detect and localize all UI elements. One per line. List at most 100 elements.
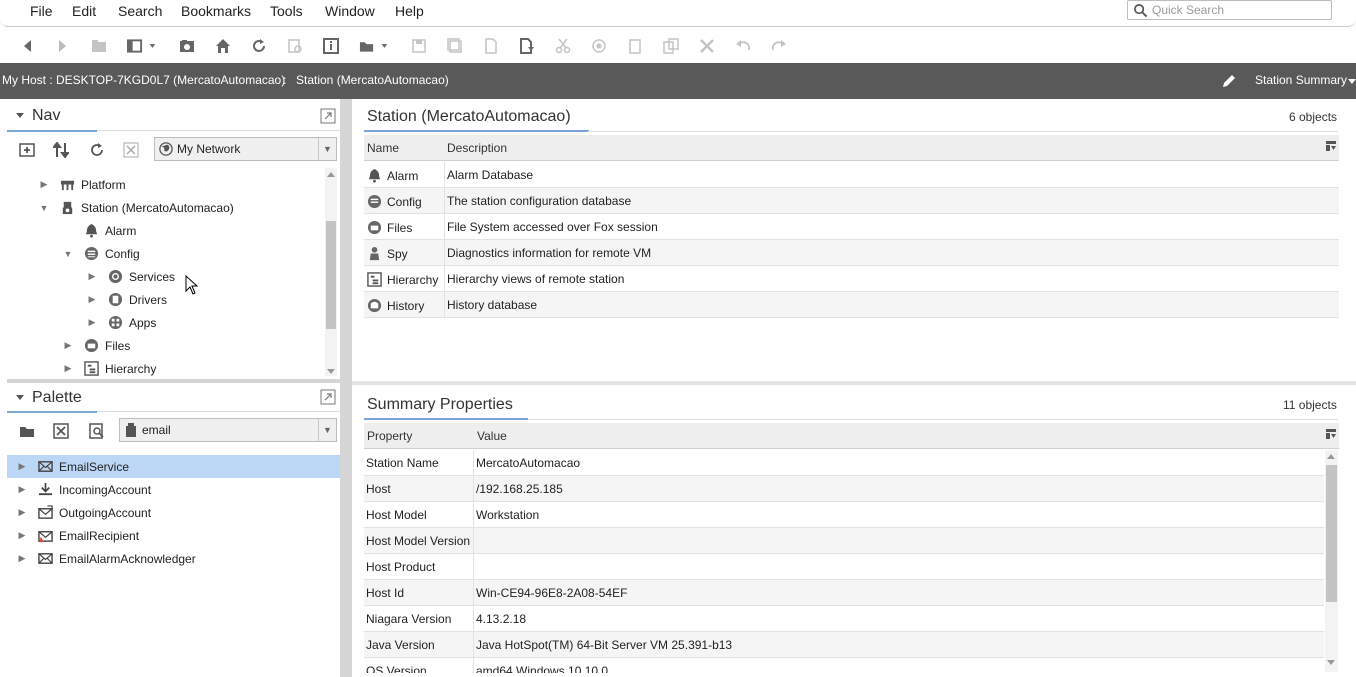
maximize-palette-icon[interactable]	[319, 388, 337, 406]
table-row[interactable]: Alarm Alarm Database	[364, 162, 1339, 188]
undo-icon[interactable]	[734, 37, 752, 55]
scroll-up-icon[interactable]	[327, 172, 335, 178]
back-icon[interactable]	[19, 37, 37, 55]
cut-icon[interactable]	[554, 37, 572, 55]
view-selector[interactable]: Station Summary	[1255, 73, 1347, 87]
table-row[interactable]: Host/192.168.25.185	[364, 476, 1324, 502]
pane-splitter[interactable]	[352, 381, 1356, 385]
menu-window[interactable]: Window	[321, 3, 379, 19]
expand-icon[interactable]: ▶	[17, 553, 27, 564]
palette-item-email-recipient[interactable]: ▶ EmailRecipient	[17, 524, 140, 547]
view-dropdown-icon[interactable]	[1348, 79, 1356, 85]
paste-icon[interactable]	[626, 37, 644, 55]
table-row[interactable]: Files File System accessed over Fox sess…	[364, 214, 1339, 240]
palette-module-dropdown[interactable]: email ▼	[119, 418, 337, 442]
new-folder-icon[interactable]	[18, 141, 36, 159]
locator-host[interactable]: My Host : DESKTOP-7KGD0L7 (MercatoAutoma…	[2, 73, 285, 87]
table-row[interactable]: Host Product	[364, 554, 1324, 580]
chevron-down-icon[interactable]: ▼	[318, 419, 336, 441]
expand-icon[interactable]: ▶	[63, 363, 73, 374]
tree-node-files[interactable]: ▶ Files	[63, 334, 131, 357]
palette-item-email-alarm-acknowledger[interactable]: ▶ EmailAlarmAcknowledger	[17, 547, 196, 570]
column-header-value[interactable]: Value	[477, 429, 507, 443]
table-row[interactable]: Station Name MercatoAutomacao	[364, 450, 1324, 476]
expand-icon[interactable]: ▶	[87, 317, 97, 328]
delete-icon[interactable]	[698, 37, 716, 55]
close-palette-icon[interactable]	[52, 422, 70, 440]
copy-icon[interactable]	[590, 37, 608, 55]
collapse-nav-icon[interactable]	[16, 113, 24, 119]
export-icon[interactable]	[482, 37, 500, 55]
tree-node-drivers[interactable]: ▶ Drivers	[87, 288, 167, 311]
find-palette-icon[interactable]	[88, 422, 106, 440]
menu-tools[interactable]: Tools	[266, 3, 307, 19]
save-icon[interactable]	[410, 37, 428, 55]
expand-icon[interactable]: ▶	[87, 271, 97, 282]
sidebar-divider[interactable]	[340, 99, 352, 677]
expand-icon[interactable]: ▶	[17, 484, 27, 495]
scroll-up-icon[interactable]	[1327, 454, 1335, 460]
redo-icon[interactable]	[770, 37, 788, 55]
side-bars-icon[interactable]	[126, 37, 160, 55]
new-document-icon[interactable]	[518, 37, 536, 55]
tree-node-config[interactable]: ▼ Config	[63, 242, 140, 265]
menu-bookmarks[interactable]: Bookmarks	[177, 3, 255, 19]
locator-station[interactable]: Station (MercatoAutomacao)	[296, 73, 449, 87]
pencil-icon[interactable]	[1221, 73, 1237, 89]
column-header-property[interactable]: Property	[367, 429, 412, 443]
forward-icon[interactable]	[53, 37, 71, 55]
table-row[interactable]: OS Version amd64 Windows 10 10.0	[364, 658, 1324, 673]
table-row[interactable]: Niagara Version 4.13.2.18	[364, 606, 1324, 632]
info-icon[interactable]	[322, 37, 340, 55]
collapse-icon[interactable]: ▼	[63, 249, 73, 259]
home-icon[interactable]	[214, 37, 232, 55]
pane-splitter[interactable]	[7, 379, 340, 383]
duplicate-icon[interactable]	[662, 37, 680, 55]
sort-icon[interactable]	[52, 141, 70, 159]
menu-edit[interactable]: Edit	[68, 3, 100, 19]
refresh-icon[interactable]	[250, 37, 268, 55]
table-row[interactable]: History History database	[364, 292, 1339, 318]
table-row[interactable]: Spy Diagnostics information for remote V…	[364, 240, 1339, 266]
scroll-down-icon[interactable]	[1327, 660, 1335, 666]
expand-icon[interactable]: ▶	[63, 340, 73, 351]
summary-scroll-thumb[interactable]	[1326, 465, 1337, 602]
quick-search-input[interactable]	[1152, 2, 1327, 18]
palette-item-incoming-account[interactable]: ▶ IncomingAccount	[17, 478, 152, 501]
tree-node-station[interactable]: ▼ Station (MercatoAutomacao)	[39, 196, 234, 219]
palette-item-email-service[interactable]: ▶ EmailService	[17, 455, 130, 478]
palette-title[interactable]: Palette	[32, 389, 82, 407]
collapse-palette-icon[interactable]	[16, 395, 24, 401]
tree-node-alarm[interactable]: ▶ Alarm	[63, 219, 136, 242]
table-row[interactable]: Java Version Java HotSpot(TM) 64-Bit Serv…	[364, 632, 1324, 658]
tree-node-platform[interactable]: ▶ Platform	[39, 173, 126, 196]
chevron-down-icon[interactable]: ▼	[318, 138, 336, 160]
active-plot-icon[interactable]	[286, 37, 304, 55]
expand-icon[interactable]: ▶	[17, 530, 27, 541]
nav-scroll-thumb[interactable]	[326, 221, 336, 329]
open-folder-icon[interactable]	[358, 37, 392, 55]
console-icon[interactable]	[178, 37, 196, 55]
table-row[interactable]: Config The station configuration databas…	[364, 188, 1339, 214]
nav-close-icon[interactable]	[122, 141, 140, 159]
table-row[interactable]: Host Model Version	[364, 528, 1324, 554]
column-chooser-icon[interactable]	[1326, 429, 1336, 439]
collapse-icon[interactable]: ▼	[39, 203, 49, 213]
tree-node-hierarchy[interactable]: ▶ Hierarchy	[63, 357, 156, 377]
open-palette-icon[interactable]	[18, 422, 36, 440]
scroll-down-icon[interactable]	[327, 369, 335, 375]
tree-node-apps[interactable]: ▶ Apps	[87, 311, 157, 334]
maximize-nav-icon[interactable]	[319, 107, 337, 125]
quick-search-box[interactable]	[1127, 0, 1332, 20]
table-row[interactable]: Host Id Win-CE94-96E8-2A08-54EF	[364, 580, 1324, 606]
nav-network-dropdown[interactable]: My Network ▼	[154, 137, 337, 161]
up-level-icon[interactable]	[90, 37, 108, 55]
expand-icon[interactable]: ▶	[39, 179, 49, 190]
tree-node-services[interactable]: ▶ Services	[87, 265, 175, 288]
menu-help[interactable]: Help	[391, 3, 428, 19]
palette-item-outgoing-account[interactable]: ▶ OutgoingAccount	[17, 501, 151, 524]
table-row[interactable]: Hierarchy Hierarchy views of remote stat…	[364, 266, 1339, 292]
expand-icon[interactable]: ▶	[17, 461, 27, 472]
column-header-name[interactable]: Name	[367, 141, 399, 155]
nav-title[interactable]: Nav	[32, 107, 60, 125]
